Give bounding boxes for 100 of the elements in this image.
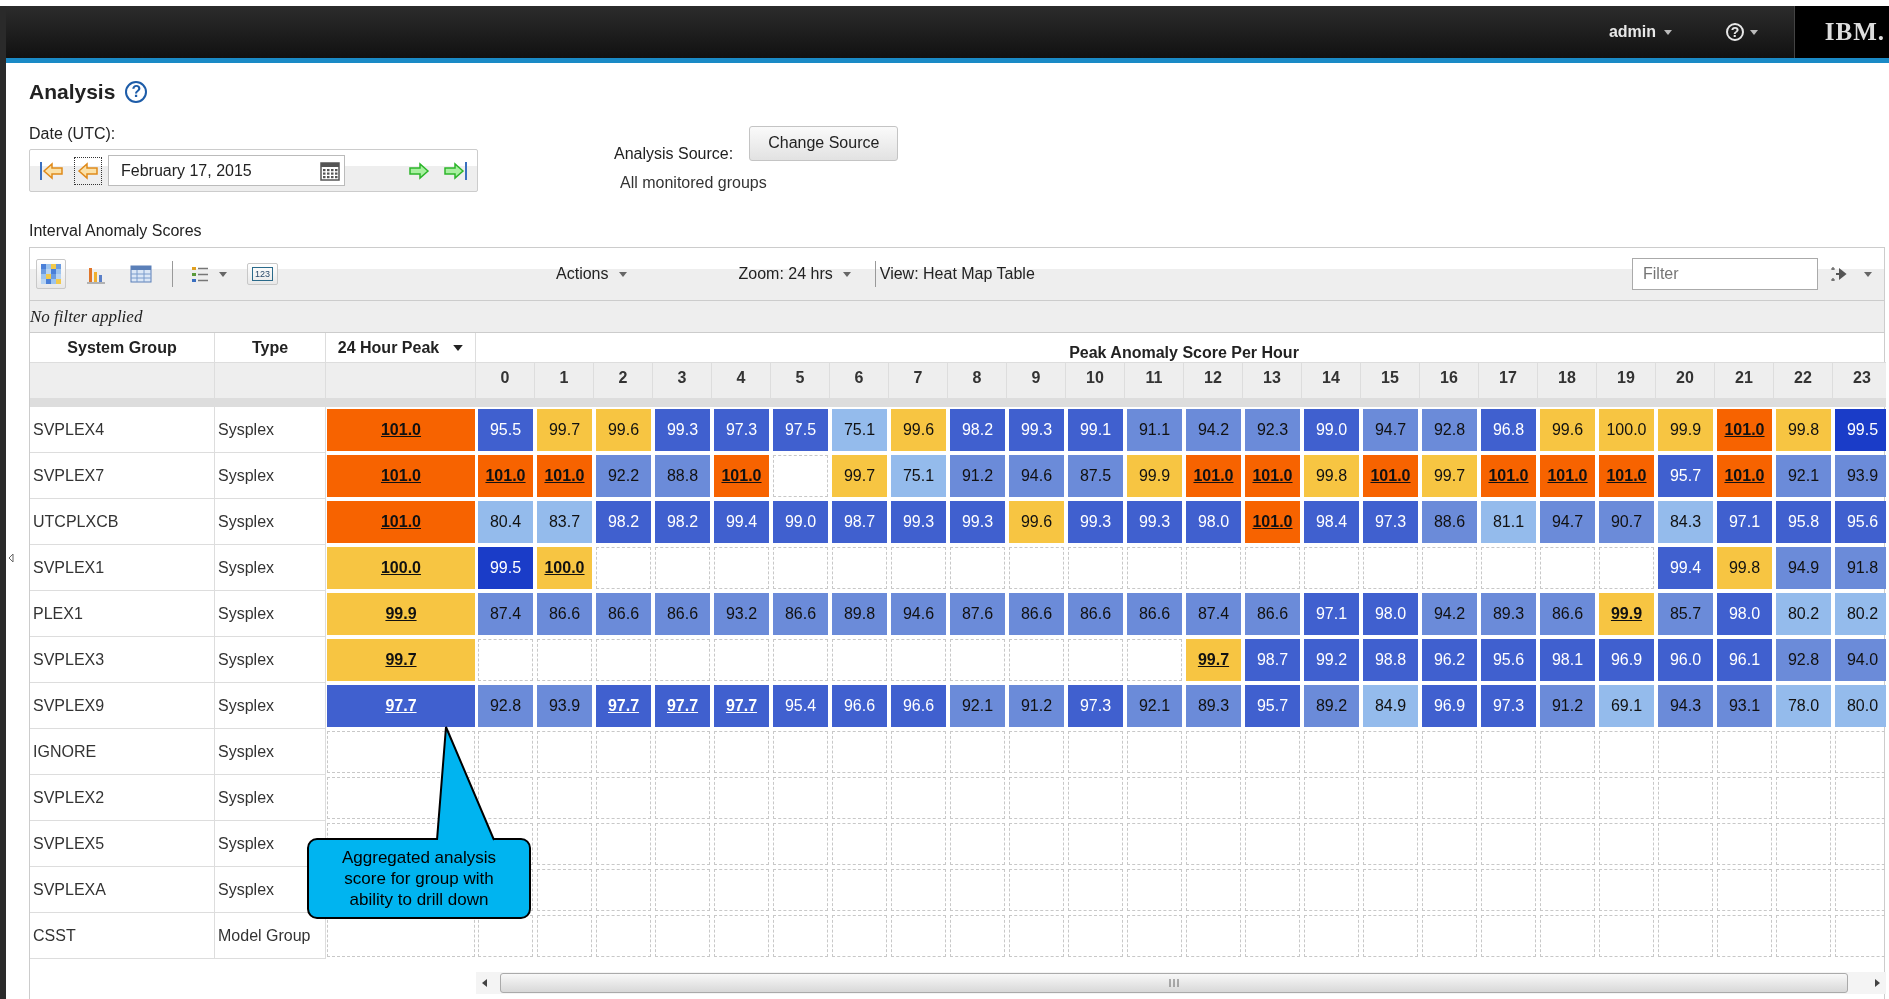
cell-value: 86.6: [548, 605, 581, 623]
drill-down-link[interactable]: 100.0: [380, 559, 421, 577]
cell-value: 98.2: [607, 513, 640, 531]
empty-cell: [1127, 915, 1182, 957]
user-menu[interactable]: admin: [1602, 19, 1678, 45]
date-field[interactable]: February 17, 2015: [108, 155, 345, 186]
drill-down-link[interactable]: 99.9: [1610, 605, 1643, 623]
empty-cell: [832, 639, 887, 681]
empty-cell: [1245, 823, 1300, 865]
drill-down-link[interactable]: 97.7: [607, 697, 640, 715]
drill-down-link[interactable]: 97.7: [385, 697, 417, 715]
cell-value: 99.6: [607, 421, 640, 439]
page-title: Analysis: [29, 80, 116, 104]
hour-header: 12: [1184, 362, 1243, 407]
drill-down-link[interactable]: 101.0: [380, 513, 421, 531]
empty-cell: [1776, 777, 1831, 819]
hour-header: 2: [594, 362, 653, 407]
drill-down-link[interactable]: 99.7: [1197, 651, 1230, 669]
drill-down-link[interactable]: 101.0: [1252, 513, 1293, 531]
empty-cell: [1717, 777, 1772, 819]
previous-day-button[interactable]: [74, 156, 102, 185]
drill-down-link[interactable]: 99.7: [385, 651, 417, 669]
drill-down-link[interactable]: 101.0: [1488, 467, 1529, 485]
drill-down-link[interactable]: 101.0: [1606, 467, 1647, 485]
cell-value: 99.7: [1433, 467, 1466, 485]
cell-value: 75.1: [843, 421, 876, 439]
empty-cell: [832, 547, 887, 589]
cell-value: 92.1: [1787, 467, 1820, 485]
empty-cell: [1540, 777, 1595, 819]
drill-down-link[interactable]: 101.0: [485, 467, 526, 485]
drill-down-link[interactable]: 101.0: [1370, 467, 1411, 485]
drill-down-link[interactable]: 101.0: [380, 421, 421, 439]
actions-menu[interactable]: Actions: [552, 263, 631, 285]
zoom-menu[interactable]: Zoom: 24 hrs: [734, 263, 855, 285]
empty-cell: [537, 639, 592, 681]
empty-cell: [596, 777, 651, 819]
cell-value: 96.9: [1610, 651, 1643, 669]
drill-down-link[interactable]: 101.0: [1547, 467, 1588, 485]
first-arrow-icon: [39, 159, 65, 182]
drill-down-link[interactable]: 97.7: [725, 697, 758, 715]
drill-down-link[interactable]: 101.0: [1724, 467, 1765, 485]
cell-value: 98.4: [1315, 513, 1348, 531]
group-type: Model Group: [218, 926, 311, 945]
drill-down-link[interactable]: 101.0: [544, 467, 585, 485]
cell-value: 86.6: [1079, 605, 1112, 623]
drill-down-link[interactable]: 101.0: [1724, 421, 1765, 439]
drill-down-link[interactable]: 99.9: [385, 605, 417, 623]
collapse-icon[interactable]: [8, 553, 14, 563]
cell-value: 93.9: [548, 697, 581, 715]
caret-icon: [219, 271, 227, 277]
cell-value: 99.6: [902, 421, 935, 439]
drill-down-link[interactable]: 101.0: [721, 467, 762, 485]
empty-cell: [1245, 777, 1300, 819]
cell-value: 97.3: [1492, 697, 1525, 715]
group-name: UTCPLXCB: [33, 512, 119, 531]
cell-value: 95.6: [1846, 513, 1879, 531]
drill-down-link[interactable]: 101.0: [1252, 467, 1293, 485]
cell-value: 98.7: [1256, 651, 1289, 669]
empty-cell: [1127, 639, 1182, 681]
view-toggle[interactable]: [36, 259, 66, 289]
cell-value: 99.1: [1079, 421, 1112, 439]
number-format-button[interactable]: 123: [247, 263, 279, 285]
drill-down-link[interactable]: 101.0: [1193, 467, 1234, 485]
cell-value: 96.1: [1728, 651, 1761, 669]
empty-cell: [1658, 915, 1713, 957]
hour-header: 15: [1361, 362, 1420, 407]
drill-down-link[interactable]: 100.0: [544, 559, 585, 577]
hour-header: 14: [1302, 362, 1361, 407]
cell-value: 87.5: [1079, 467, 1112, 485]
cell-value: 99.8: [1787, 421, 1820, 439]
empty-cell: [1127, 547, 1182, 589]
cell-value: 80.0: [1846, 697, 1879, 715]
table-icon: [130, 264, 152, 284]
cell-value: 100.0: [1606, 421, 1647, 439]
group-type: Sysplex: [218, 696, 275, 715]
cell-value: 86.6: [1020, 605, 1053, 623]
empty-cell: [1835, 777, 1886, 819]
help-menu[interactable]: ?: [1720, 19, 1764, 45]
help-button[interactable]: ?: [125, 81, 148, 103]
cell-value: 96.0: [1669, 651, 1702, 669]
empty-cell: [1422, 869, 1477, 911]
empty-cell: [950, 777, 1005, 819]
empty-cell: [1422, 731, 1477, 773]
cell-value: 99.6: [1020, 513, 1053, 531]
cell-value: 99.3: [1020, 421, 1053, 439]
empty-cell: [1304, 823, 1359, 865]
drill-down-link[interactable]: 97.7: [666, 697, 699, 715]
hour-header: 1: [535, 362, 594, 407]
filter-field[interactable]: Filter: [1632, 258, 1818, 290]
drill-down-link[interactable]: 101.0: [380, 467, 421, 485]
change-source-button[interactable]: Change Source: [749, 125, 899, 161]
scroll-right-icon[interactable]: [1872, 978, 1882, 988]
empty-cell: [773, 547, 828, 589]
cell-value: 98.1: [1551, 651, 1584, 669]
empty-cell: [1599, 823, 1654, 865]
scroll-left-icon[interactable]: [480, 978, 490, 988]
horizontal-scrollbar[interactable]: [476, 972, 1886, 994]
empty-cell: [1186, 731, 1241, 773]
cell-value: 87.4: [489, 605, 522, 623]
empty-cell: [1363, 777, 1418, 819]
